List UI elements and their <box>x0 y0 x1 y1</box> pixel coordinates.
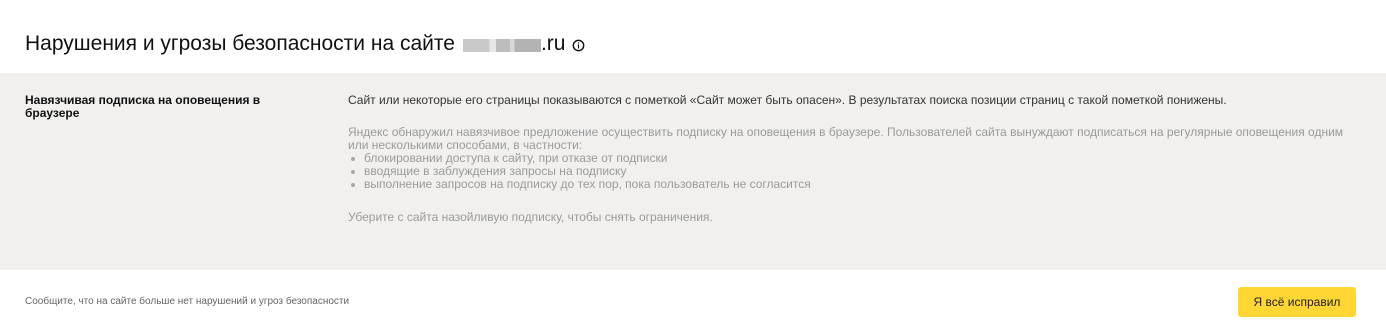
violation-advice: Уберите с сайта назойливую подписку, что… <box>348 210 713 224</box>
violation-description: Яндекс обнаружил навязчивое предложение … <box>348 125 1344 152</box>
security-violations-page: Нарушения и угрозы безопасности на сайте… <box>0 0 1386 328</box>
domain-zone: .ru <box>540 32 566 55</box>
violation-methods-list: блокировании доступа к сайту, при отказе… <box>348 152 1348 191</box>
violation-content: Сайт или некоторые его страницы показыва… <box>348 94 1348 224</box>
violation-method: выполнение запросов на подписку до тех п… <box>348 178 1348 191</box>
violation-title: Навязчивая подписка на оповещения в брау… <box>25 93 261 120</box>
info-icon[interactable] <box>572 39 585 52</box>
page-title-prefix: Нарушения и угрозы безопасности на сайте <box>25 32 455 55</box>
violation-impact: Сайт или некоторые его страницы показыва… <box>348 93 1227 107</box>
violation-details: Яндекс обнаружил навязчивое предложение … <box>348 126 1348 191</box>
violation-panel: Навязчивая подписка на оповещения в брау… <box>0 73 1386 270</box>
mark-fixed-button[interactable]: Я всё исправил <box>1238 287 1356 317</box>
page-title: Нарушения и угрозы безопасности на сайте… <box>25 30 585 58</box>
fixed-notice: Сообщите, что на сайте больше нет наруше… <box>25 296 350 307</box>
redacted-domain-name <box>462 38 541 52</box>
